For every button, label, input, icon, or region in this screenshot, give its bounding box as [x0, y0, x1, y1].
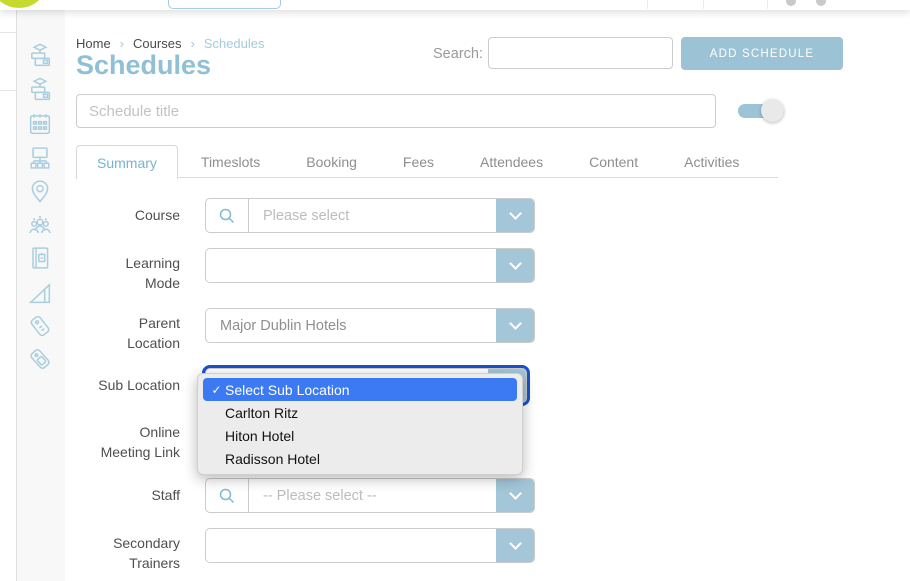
staff-dropdown-button[interactable]	[496, 479, 534, 512]
search-icon	[217, 206, 237, 226]
parent-location-label: Parent Location	[80, 313, 180, 353]
sidebar-item-hierarchy-icon[interactable]	[26, 144, 54, 172]
page-title: Schedules	[76, 50, 211, 81]
sidebar-item-tags-icon[interactable]	[26, 345, 54, 373]
search-label: Search:	[403, 46, 483, 62]
secondary-trainers-label: Secondary Trainers	[80, 533, 180, 573]
notification-icon[interactable]	[786, 0, 796, 6]
rail-divider	[0, 32, 17, 33]
add-schedule-button[interactable]: ADD SCHEDULE	[681, 37, 843, 70]
tab-strip: Summary Timeslots Booking Fees Attendees…	[76, 145, 762, 179]
staff-label: Staff	[80, 485, 180, 505]
toggle-knob	[761, 99, 784, 122]
topbar-divider	[703, 0, 704, 9]
check-icon	[208, 383, 225, 397]
sidebar	[0, 10, 65, 581]
breadcrumb-courses[interactable]: Courses	[133, 36, 181, 51]
learning-mode-value	[206, 249, 496, 282]
secondary-trainers-select[interactable]	[205, 528, 535, 563]
topbar-button[interactable]	[168, 0, 281, 9]
top-bar	[0, 0, 910, 10]
learning-mode-select[interactable]	[205, 248, 535, 283]
tab-fees[interactable]: Fees	[380, 145, 457, 179]
profile-icon[interactable]	[816, 0, 826, 6]
menu-option-select-sub-location[interactable]: Select Sub Location	[203, 378, 517, 401]
sidebar-item-courses-icon[interactable]	[26, 42, 54, 70]
course-label: Course	[80, 205, 180, 225]
learning-mode-label: Learning Mode	[80, 253, 180, 293]
tab-timeslots[interactable]: Timeslots	[178, 145, 283, 179]
breadcrumb-separator-icon: ›	[190, 36, 194, 51]
sub-location-open-menu: Select Sub Location Carlton Ritz Hiton H…	[197, 373, 523, 475]
breadcrumb-home[interactable]: Home	[76, 36, 111, 51]
breadcrumb-separator-icon: ›	[120, 36, 124, 51]
sidebar-item-tag-icon[interactable]	[26, 312, 54, 340]
secondary-trainers-dropdown-button[interactable]	[496, 529, 534, 562]
schedule-title-input[interactable]	[76, 94, 716, 128]
breadcrumb-schedules: Schedules	[204, 36, 265, 51]
secondary-trainers-value	[206, 529, 496, 562]
topbar-divider	[647, 0, 648, 9]
app-logo-icon	[0, 0, 44, 8]
status-toggle[interactable]	[738, 104, 784, 118]
sidebar-item-calendar-icon[interactable]	[26, 110, 54, 138]
sidebar-item-reports-chart-icon[interactable]	[26, 279, 54, 307]
tab-booking[interactable]: Booking	[283, 145, 380, 179]
chevron-down-icon	[509, 537, 522, 550]
topbar-divider	[767, 0, 768, 9]
staff-search-cell	[206, 479, 249, 512]
course-dropdown-button[interactable]	[496, 199, 534, 232]
tab-activities[interactable]: Activities	[661, 145, 762, 179]
parent-location-value: Major Dublin Hotels	[206, 309, 496, 342]
chevron-down-icon	[509, 487, 522, 500]
menu-option-carlton-ritz[interactable]: Carlton Ritz	[198, 401, 522, 424]
app-window: Home › Courses › Schedules Schedules Sea…	[0, 0, 910, 581]
online-meeting-link-label: Online Meeting Link	[80, 422, 180, 462]
chevron-down-icon	[509, 317, 522, 330]
learning-mode-dropdown-button[interactable]	[496, 249, 534, 282]
chevron-down-icon	[509, 257, 522, 270]
breadcrumb: Home › Courses › Schedules	[76, 36, 265, 51]
sidebar-item-catalog-book-icon[interactable]	[26, 244, 54, 272]
sidebar-rail	[0, 10, 17, 581]
course-input[interactable]	[249, 199, 496, 232]
sub-location-label: Sub Location	[80, 375, 180, 395]
sidebar-item-groups-icon[interactable]	[26, 211, 54, 239]
staff-input[interactable]	[249, 479, 496, 512]
parent-location-select[interactable]: Major Dublin Hotels	[205, 308, 535, 343]
search-icon	[217, 486, 237, 506]
chevron-down-icon	[509, 207, 522, 220]
tab-summary[interactable]: Summary	[76, 145, 178, 179]
tab-content[interactable]: Content	[566, 145, 661, 179]
rail-divider	[0, 90, 17, 91]
menu-option-radisson-hotel[interactable]: Radisson Hotel	[198, 447, 522, 470]
sidebar-item-location-pin-icon[interactable]	[26, 177, 54, 205]
parent-location-dropdown-button[interactable]	[496, 309, 534, 342]
search-input[interactable]	[488, 37, 673, 69]
sidebar-item-course-bundles-icon[interactable]	[26, 76, 54, 104]
staff-select	[205, 478, 535, 513]
course-select	[205, 198, 535, 233]
menu-option-label: Select Sub Location	[225, 382, 350, 398]
menu-option-hiton-hotel[interactable]: Hiton Hotel	[198, 424, 522, 447]
main-content: Home › Courses › Schedules Schedules Sea…	[65, 10, 910, 581]
course-search-cell	[206, 199, 249, 232]
tab-attendees[interactable]: Attendees	[457, 145, 566, 179]
